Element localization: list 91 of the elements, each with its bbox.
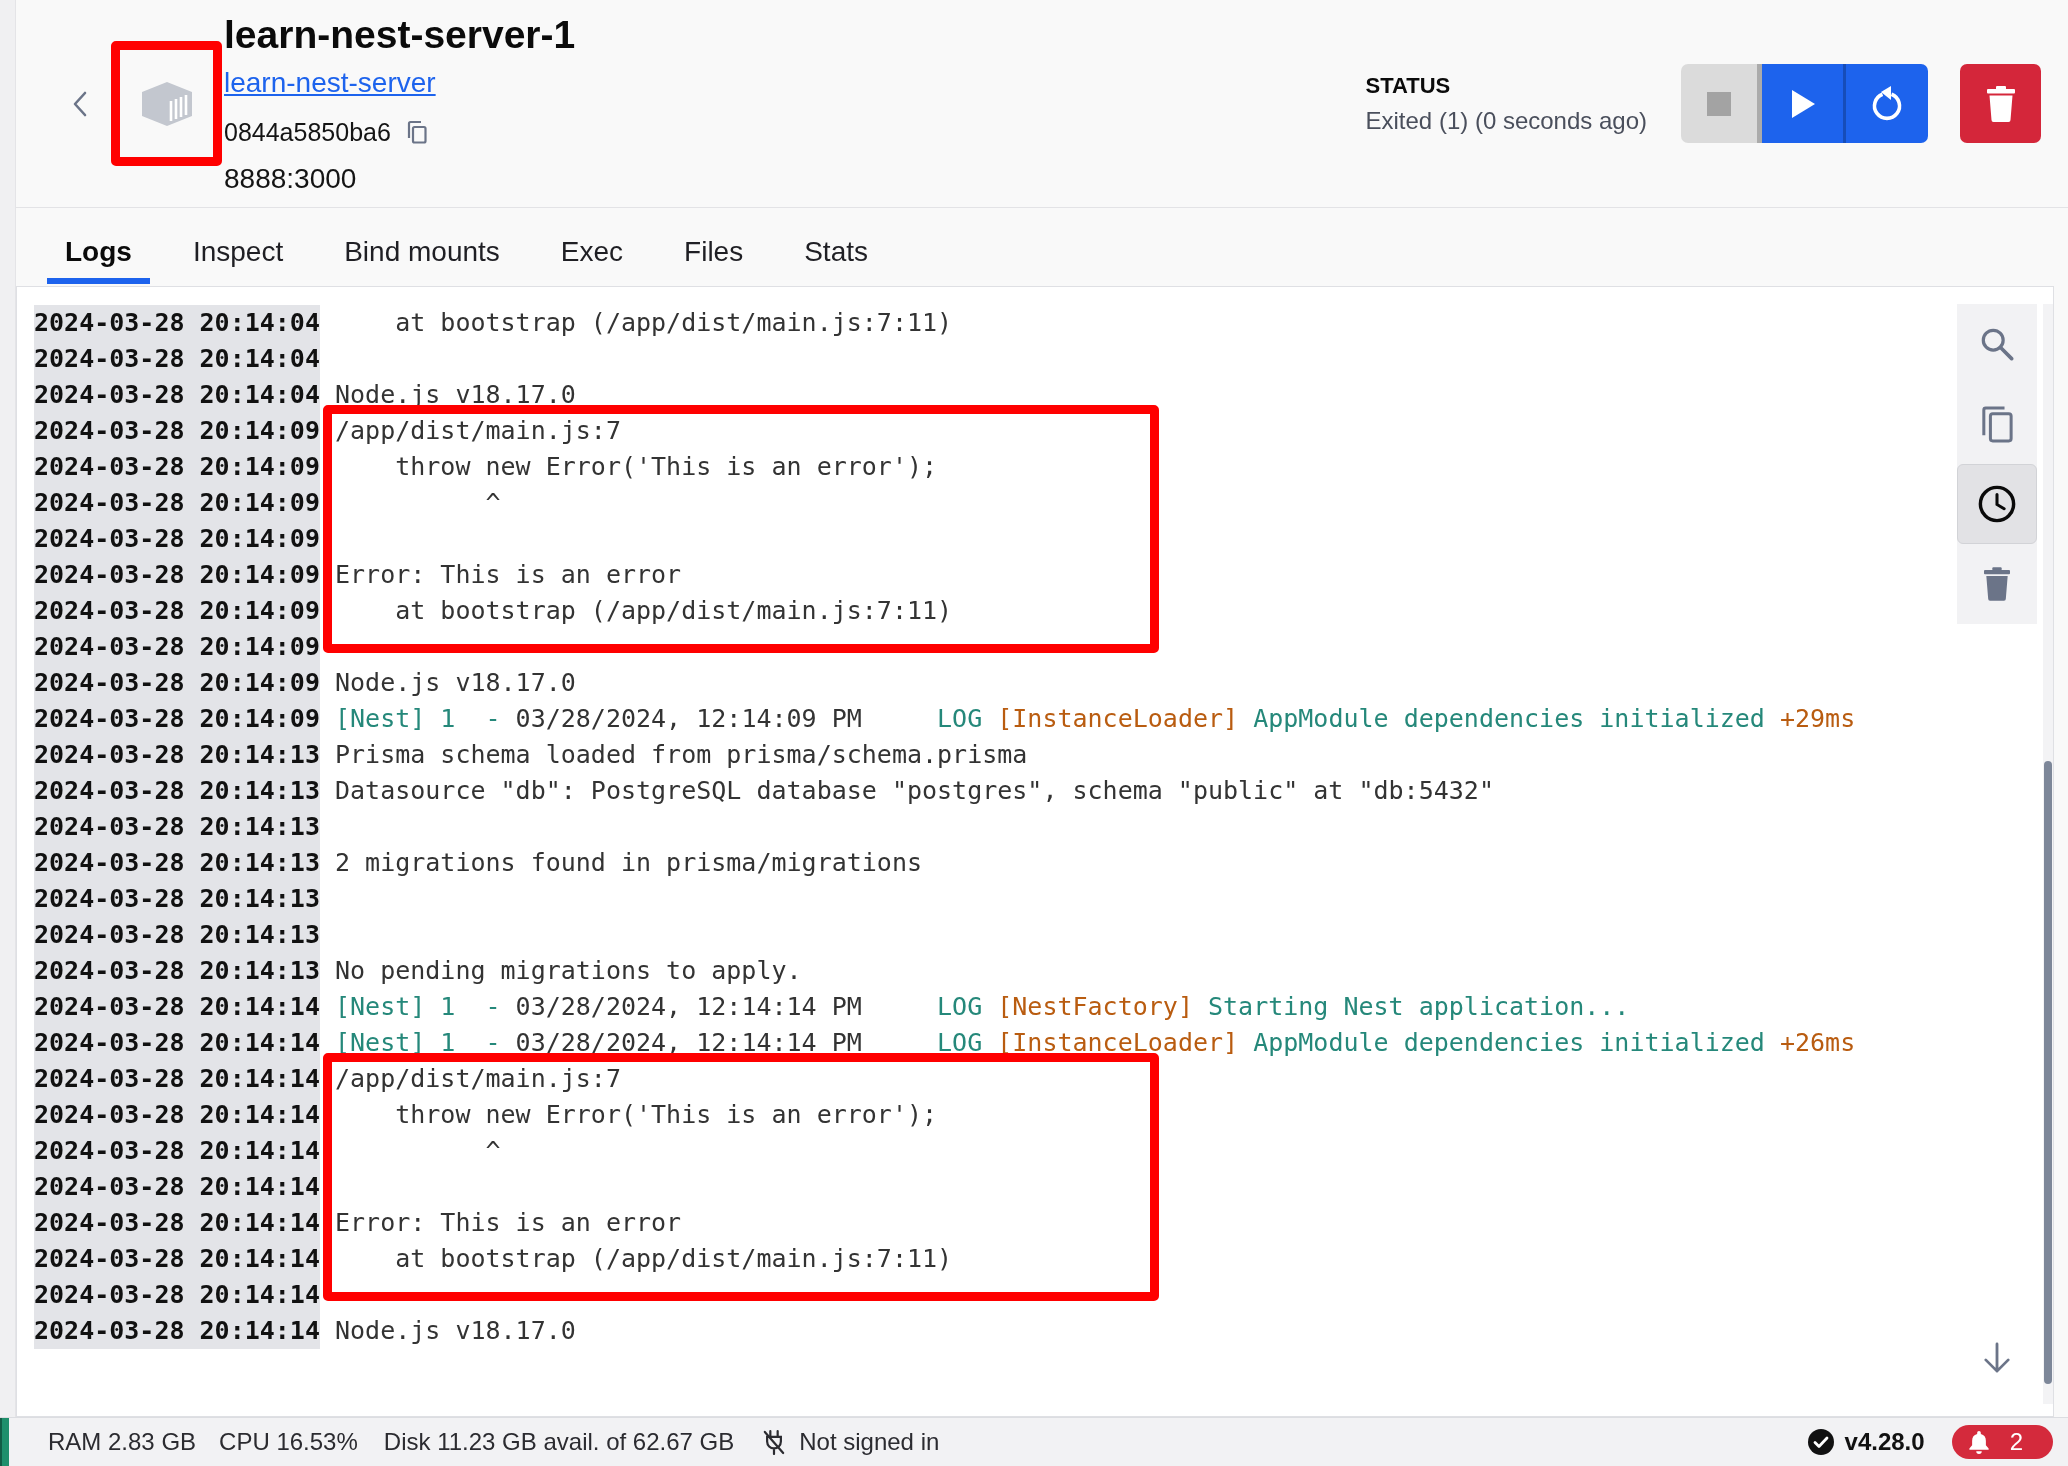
tab[interactable]: Stats — [786, 208, 886, 284]
arrow-down-icon — [1982, 1342, 2012, 1374]
log-message: /app/dist/main.js:7 — [335, 1063, 621, 1095]
log-timestamp: 2024-03-28 20:14:13 — [34, 845, 320, 881]
chevron-left-icon — [72, 90, 88, 117]
back-button[interactable] — [72, 90, 88, 117]
copy-icon — [1981, 405, 2013, 443]
trash-icon — [1986, 85, 2015, 122]
log-timestamp: 2024-03-28 20:14:09 — [34, 449, 320, 485]
log-message: ^ — [484, 1135, 501, 1167]
log-timestamp: 2024-03-28 20:14:04 — [34, 341, 320, 377]
check-circle-icon — [1807, 1429, 1834, 1455]
cpu-usage: CPU 16.53% — [219, 1428, 358, 1456]
log-timestamp: 2024-03-28 20:14:14 — [34, 1313, 320, 1349]
copy-icon — [406, 119, 427, 144]
container-icon — [141, 81, 192, 126]
log-timestamp: 2024-03-28 20:14:13 — [34, 773, 320, 809]
notifications-button[interactable]: 2 — [1951, 1425, 2053, 1459]
log-timestamp: 2024-03-28 20:14:09 — [34, 557, 320, 593]
stop-icon — [1707, 91, 1731, 116]
log-timestamp: 2024-03-28 20:14:14 — [34, 989, 320, 1025]
log-timestamp: 2024-03-28 20:14:13 — [34, 737, 320, 773]
sign-in-status: Not signed in — [799, 1428, 940, 1456]
log-message: [Nest] 1 - 03/28/2024, 12:14:14 PM LOG [InstanceLoader] AppModule dependencies initialized +26ms — [335, 1027, 1856, 1059]
tab[interactable]: Files — [666, 208, 762, 284]
log-timestamp: 2024-03-28 20:14:09 — [34, 593, 320, 629]
log-timestamp: 2024-03-28 20:14:14 — [34, 1169, 320, 1205]
start-button[interactable] — [1762, 64, 1846, 143]
log-timestamp: 2024-03-28 20:14:09 — [34, 665, 320, 701]
log-timestamp: 2024-03-28 20:14:09 — [34, 521, 320, 557]
image-link[interactable]: learn-nest-server — [224, 65, 436, 100]
log-timestamp: 2024-03-28 20:14:14 — [34, 1097, 320, 1133]
tab[interactable]: Exec — [542, 208, 642, 284]
log-timestamp: 2024-03-28 20:14:14 — [34, 1061, 320, 1097]
status-value: Exited (1) (0 seconds ago) — [1365, 105, 1647, 136]
log-timestamp: 2024-03-28 20:14:04 — [34, 377, 320, 413]
log-timestamp: 2024-03-28 20:14:13 — [34, 953, 320, 989]
play-icon — [1790, 89, 1815, 118]
plug-off-icon — [763, 1429, 786, 1455]
delete-button[interactable] — [1960, 64, 2041, 143]
bell-icon — [1967, 1430, 1990, 1454]
status-indicator-icon — [0, 1418, 9, 1466]
log-message: Node.js v18.17.0 — [335, 667, 576, 699]
log-message: Node.js v18.17.0 — [335, 379, 576, 411]
log-message: throw new Error('This is an error'); — [394, 1099, 938, 1131]
log-message: at bootstrap (/app/dist/main.js:7:11) — [394, 307, 953, 339]
tab[interactable]: Bind mounts — [326, 208, 518, 284]
log-message: Node.js v18.17.0 — [335, 1315, 576, 1347]
log-message: at bootstrap (/app/dist/main.js:7:11) — [394, 595, 953, 627]
log-message: /app/dist/main.js:7 — [335, 415, 621, 447]
log-timestamp: 2024-03-28 20:14:09 — [34, 485, 320, 521]
log-timestamp: 2024-03-28 20:14:13 — [34, 809, 320, 845]
port-mapping: 8888:3000 — [224, 161, 357, 196]
container-name: learn-nest-server-1 — [224, 11, 576, 58]
search-icon — [1980, 327, 2014, 361]
scrollbar-thumb[interactable] — [2044, 761, 2052, 1384]
log-timestamp: 2024-03-28 20:14:14 — [34, 1277, 320, 1313]
log-message: No pending migrations to apply. — [335, 955, 802, 987]
clock-icon — [1978, 485, 2016, 523]
log-timestamp: 2024-03-28 20:14:13 — [34, 881, 320, 917]
log-message: Error: This is an error — [335, 1207, 682, 1239]
version-label: v4.28.0 — [1844, 1428, 1925, 1456]
log-message: at bootstrap (/app/dist/main.js:7:11) — [394, 1243, 953, 1275]
timestamps-button[interactable] — [1957, 464, 2037, 544]
log-timestamp: 2024-03-28 20:14:14 — [34, 1205, 320, 1241]
restart-button[interactable] — [1846, 64, 1928, 143]
circular-arrow-icon — [1870, 85, 1904, 122]
log-timestamp: 2024-03-28 20:14:14 — [34, 1133, 320, 1169]
log-timestamp: 2024-03-28 20:14:09 — [34, 413, 320, 449]
log-timestamp: 2024-03-28 20:14:09 — [34, 629, 320, 665]
scroll-bottom-button[interactable] — [1982, 1342, 2012, 1374]
log-message: 2 migrations found in prisma/migrations — [335, 847, 922, 879]
container-id: 0844a5850ba6 — [224, 116, 391, 148]
status-label: STATUS — [1365, 71, 1452, 100]
trash-icon — [1984, 567, 2010, 601]
log-timestamp: 2024-03-28 20:14:14 — [34, 1241, 320, 1277]
log-message: ^ — [484, 487, 501, 519]
log-timestamp: 2024-03-28 20:14:14 — [34, 1025, 320, 1061]
log-message: Error: This is an error — [335, 559, 682, 591]
log-message: [Nest] 1 - 03/28/2024, 12:14:14 PM LOG [NestFactory] Starting Nest application... — [335, 991, 1630, 1023]
log-timestamp: 2024-03-28 20:14:04 — [34, 305, 320, 341]
tab[interactable]: Inspect — [174, 208, 302, 284]
log-message: [Nest] 1 - 03/28/2024, 12:14:09 PM LOG [InstanceLoader] AppModule dependencies initialized +29ms — [335, 703, 1856, 735]
log-timestamp: 2024-03-28 20:14:13 — [34, 917, 320, 953]
log-message: throw new Error('This is an error'); — [394, 451, 938, 483]
copy-button[interactable] — [406, 119, 427, 144]
log-message: Datasource "db": PostgreSQL database "postgres", schema "public" at "db:5432" — [335, 775, 1494, 807]
ram-usage: RAM 2.83 GB — [48, 1428, 197, 1456]
log-timestamp: 2024-03-28 20:14:09 — [34, 701, 320, 737]
disk-usage: Disk 11.23 GB avail. of 62.67 GB — [383, 1428, 735, 1456]
log-message: Prisma schema loaded from prisma/schema.prisma — [335, 739, 1028, 771]
